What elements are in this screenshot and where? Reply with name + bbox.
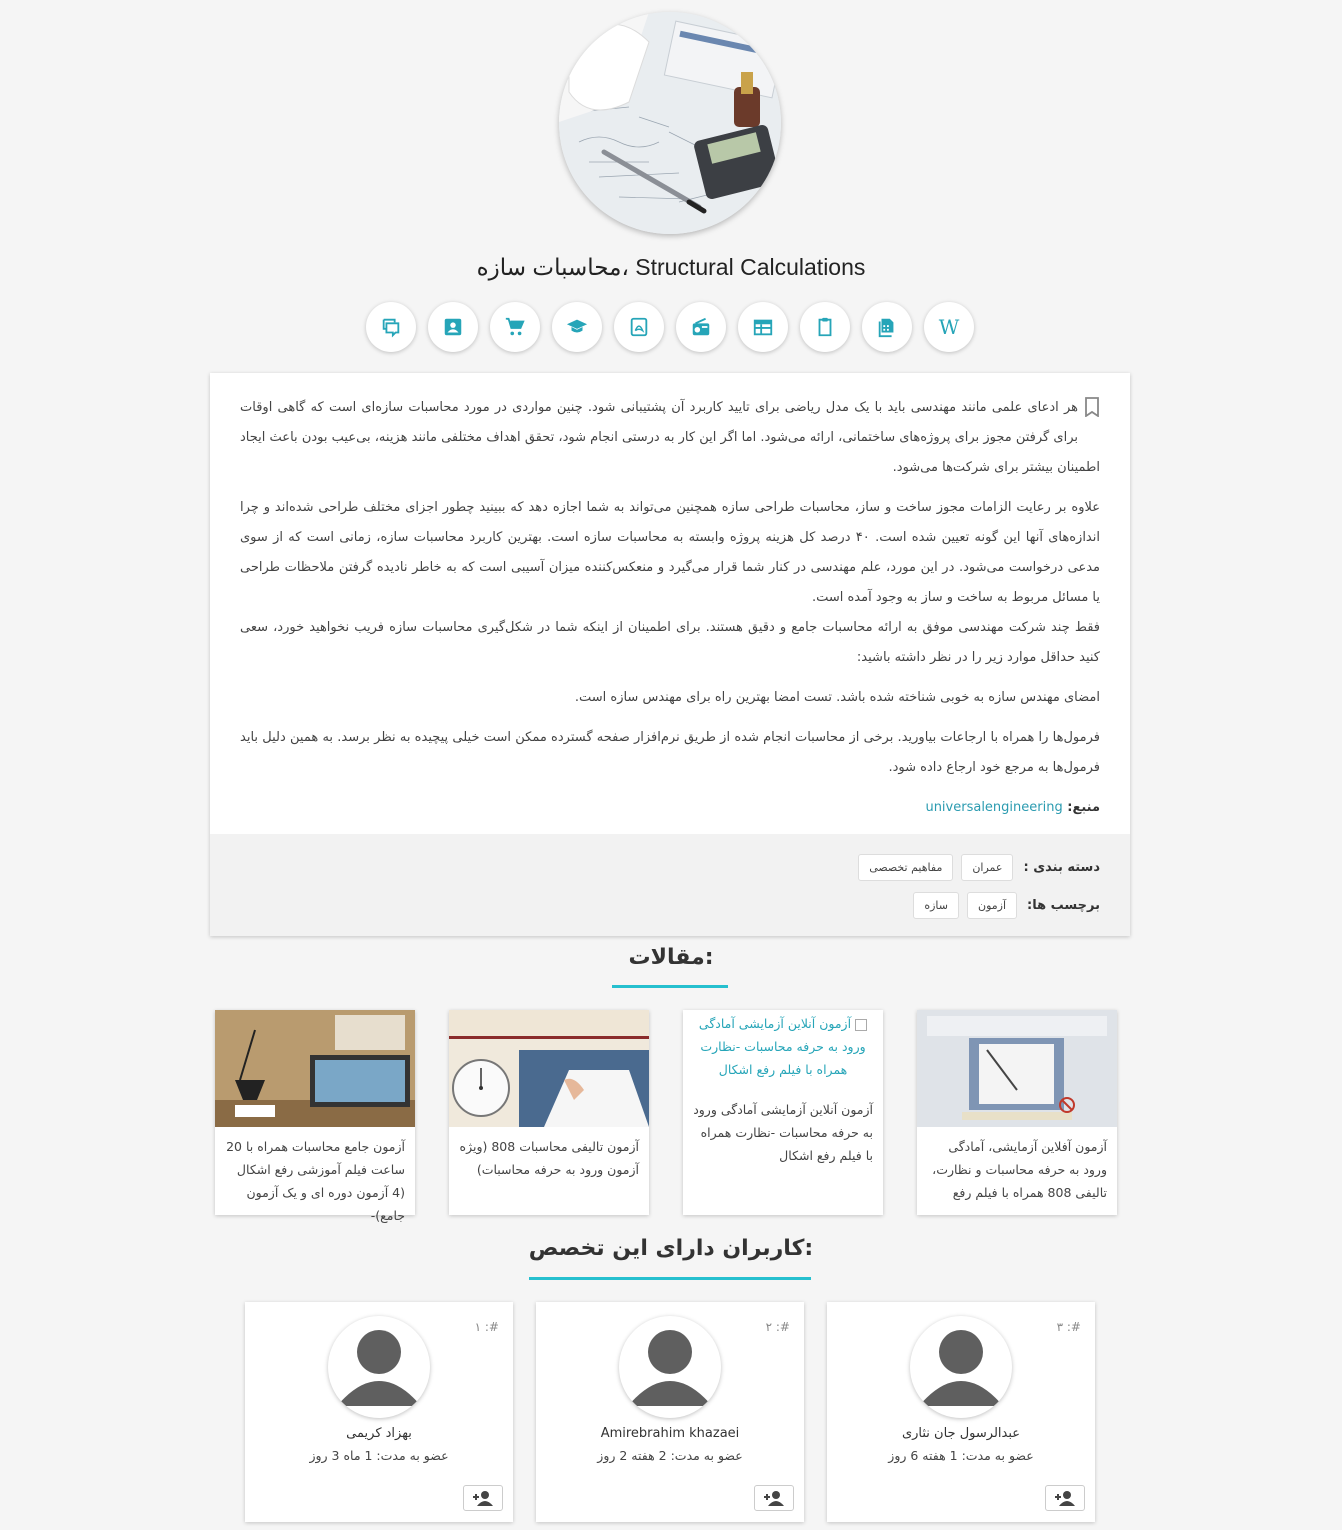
article-body: هر ادعای علمی مانند مهندسی باید با یک مد… [240, 393, 1100, 833]
article-paragraph: هر ادعای علمی مانند مهندسی باید با یک مد… [240, 400, 1100, 475]
graduation-cap-icon-glyph [566, 319, 588, 333]
article-thumbnail-art [215, 1010, 415, 1127]
wikipedia-label: W [938, 315, 960, 339]
radio-icon-glyph [692, 317, 710, 336]
avatar[interactable] [619, 1316, 721, 1418]
user-card: #: ۳ عبدالرسول جان نثاری عضو به مدت: 1 ه… [827, 1302, 1095, 1522]
follow-button[interactable] [463, 1485, 503, 1511]
user-name[interactable]: عبدالرسول جان نثاری [827, 1426, 1095, 1441]
users-section-title: کاربران دارای این تخصص: [528, 1236, 814, 1261]
article-paragraph: فقط چند شرکت مهندسی موفق به ارائه محاسبا… [240, 620, 1100, 665]
specialty-toolbar: W [366, 302, 974, 354]
user-name[interactable]: بهزاد کریمی [245, 1426, 513, 1441]
articles-title-underline [612, 985, 728, 988]
tags-label: برچسب ها: [1027, 897, 1100, 913]
follow-button[interactable] [1045, 1485, 1085, 1511]
pdf-icon-glyph [630, 317, 648, 337]
category-chip[interactable]: عمران [961, 853, 1014, 881]
documents-icon[interactable] [862, 302, 912, 352]
category-label: دسته بندی : [1023, 859, 1100, 875]
add-user-icon [1055, 1491, 1075, 1506]
tags-row: برچسب ها: آزمون سازه [240, 888, 1100, 922]
user-card: #: ۲ Amirebrahim khazaei عضو به مدت: 2 ه… [536, 1302, 804, 1522]
article-paragraph: علاوه بر رعایت الزامات مجوز ساخت و ساز، … [240, 500, 1100, 605]
user-rank: #: ۲ [765, 1320, 790, 1334]
add-user-icon [764, 1491, 784, 1506]
article-item[interactable]: آزمون آفلاین آزمایشی، آمادگی ورود به حرف… [917, 1010, 1117, 1215]
article-item[interactable]: آزمون جامع محاسبات همراه با 20 ساعت فیلم… [215, 1010, 415, 1223]
article-broken-image: آزمون آنلاین آزمایشی آمادگی ورود به حرفه… [683, 1010, 883, 1080]
radio-icon[interactable] [676, 302, 726, 352]
user-rank: #: ۱ [474, 1320, 499, 1334]
avatar-placeholder-icon [919, 1330, 1003, 1406]
article-source: منبع: universalengineering [240, 793, 1100, 823]
article-thumbnail [917, 1010, 1117, 1127]
broken-image-icon [855, 1018, 868, 1031]
broken-image-alt: آزمون آنلاین آزمایشی آمادگی ورود به حرفه… [698, 1016, 866, 1077]
documents-icon-glyph [878, 318, 894, 338]
contact-card-icon[interactable] [428, 302, 478, 352]
clipboard-icon[interactable] [800, 302, 850, 352]
hero-illustration [559, 12, 781, 234]
avatar-placeholder-icon [337, 1330, 421, 1406]
article-meta: دسته بندی : عمران مفاهیم تخصصی برچسب ها:… [210, 834, 1130, 936]
article-thumbnail-art [917, 1010, 1117, 1127]
avatar-placeholder-icon [628, 1330, 712, 1406]
article-card: هر ادعای علمی مانند مهندسی باید با یک مد… [210, 373, 1130, 936]
article-thumbnail [215, 1010, 415, 1127]
user-membership: عضو به مدت: 1 هفته 6 روز [888, 1448, 1034, 1463]
articles-section-title: مقالات: [628, 945, 714, 970]
wikipedia-icon[interactable]: W [924, 302, 974, 352]
bookmark-icon[interactable] [1084, 397, 1100, 429]
article-item[interactable]: آزمون تالیفی محاسبات 808 (ویژه آزمون ورو… [449, 1010, 649, 1215]
table-icon[interactable] [738, 302, 788, 352]
users-title-underline [529, 1277, 811, 1280]
article-item-title: آزمون آنلاین آزمایشی آمادگی ورود به حرفه… [693, 1102, 873, 1163]
article-paragraph: امضای مهندس سازه به خوبی شناخته شده باشد… [574, 690, 1100, 705]
table-icon-glyph [753, 319, 773, 336]
user-rank: #: ۳ [1056, 1320, 1081, 1334]
pdf-icon[interactable] [614, 302, 664, 352]
chat-icon[interactable] [366, 302, 416, 352]
category-row: دسته بندی : عمران مفاهیم تخصصی [240, 850, 1100, 884]
avatar[interactable] [328, 1316, 430, 1418]
source-label: منبع: [1067, 800, 1100, 815]
article-paragraph: فرمول‌ها را همراه با ارجاعات بیاورید. بر… [240, 730, 1100, 775]
avatar[interactable] [910, 1316, 1012, 1418]
article-item-title: آزمون تالیفی محاسبات 808 (ویژه آزمون ورو… [459, 1139, 639, 1177]
user-name[interactable]: Amirebrahim khazaei [536, 1426, 804, 1441]
category-chip[interactable]: مفاهیم تخصصی [858, 853, 954, 881]
bookmark-icon-glyph [1085, 397, 1099, 418]
user-membership: عضو به مدت: 1 ماه 3 روز [309, 1448, 449, 1463]
cart-icon-glyph [505, 317, 525, 336]
clipboard-icon-glyph [818, 317, 832, 337]
page-title: محاسبات سازه، Structural Calculations [476, 254, 866, 280]
tag-chip[interactable]: آزمون [967, 891, 1018, 919]
add-user-icon [473, 1491, 493, 1506]
chat-icon-glyph [382, 318, 400, 338]
tag-chip[interactable]: سازه [913, 891, 960, 919]
graduation-cap-icon[interactable] [552, 302, 602, 352]
article-thumbnail [449, 1010, 649, 1127]
article-thumbnail-art [449, 1010, 649, 1127]
source-link[interactable]: universalengineering [925, 800, 1062, 815]
article-item[interactable]: آزمون آنلاین آزمایشی آمادگی ورود به حرفه… [683, 1010, 883, 1215]
article-item-title: آزمون آفلاین آزمایشی، آمادگی ورود به حرف… [932, 1139, 1107, 1200]
article-item-title: آزمون جامع محاسبات همراه با 20 ساعت فیلم… [226, 1139, 405, 1223]
cart-icon[interactable] [490, 302, 540, 352]
hero-image [559, 12, 781, 234]
user-card: #: ۱ بهزاد کریمی عضو به مدت: 1 ماه 3 روز [245, 1302, 513, 1522]
contact-card-icon-glyph [444, 318, 462, 336]
user-membership: عضو به مدت: 2 هفته 2 روز [597, 1448, 743, 1463]
follow-button[interactable] [754, 1485, 794, 1511]
